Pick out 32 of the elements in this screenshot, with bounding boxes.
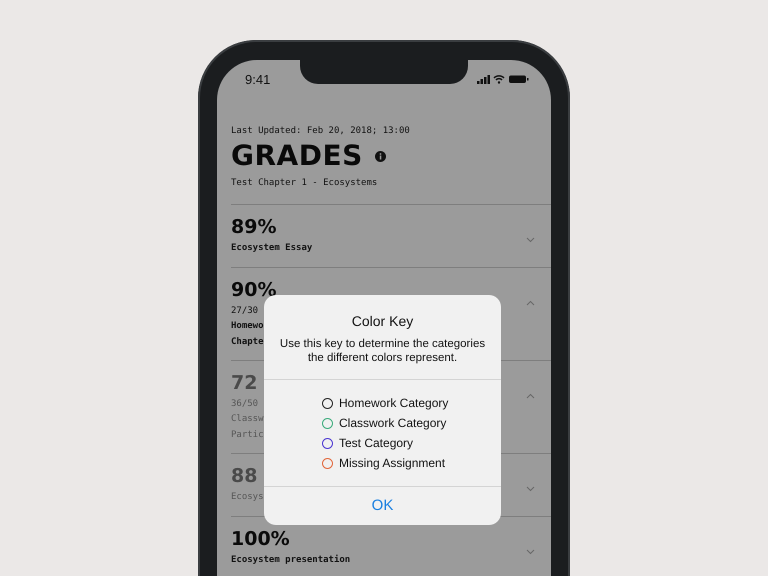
page-title: GRADES bbox=[231, 140, 363, 172]
grade-detail: Ecosystem Essay bbox=[231, 242, 312, 255]
grade-detail: 27/30 bbox=[231, 305, 260, 318]
grade-detail: Chapte bbox=[231, 336, 265, 349]
category-label: Classwork Category bbox=[339, 416, 446, 430]
dialog-message: Use this key to determine the categories the different colors represent. bbox=[278, 337, 486, 366]
chevron-icon[interactable] bbox=[526, 300, 535, 306]
ok-button[interactable]: OK bbox=[264, 487, 501, 525]
grade-score: 100% bbox=[231, 527, 291, 551]
grade-detail: Classw bbox=[231, 413, 264, 426]
chevron-icon[interactable] bbox=[526, 237, 535, 243]
grade-score: 72 bbox=[231, 371, 258, 395]
category-label: Missing Assignment bbox=[339, 456, 446, 470]
category-label: Test Category bbox=[339, 436, 414, 450]
chevron-icon[interactable] bbox=[526, 486, 535, 492]
category-label: Homework Category bbox=[339, 396, 448, 410]
status-time: 9:41 bbox=[245, 72, 270, 86]
grade-detail: Partic bbox=[231, 429, 264, 442]
grade-detail: Homewo bbox=[231, 320, 265, 333]
grade-detail: Ecosys bbox=[231, 491, 264, 504]
dialog-title: Color Key bbox=[350, 313, 414, 329]
grade-score: 88 bbox=[231, 464, 258, 488]
grade-score: 89% bbox=[231, 215, 278, 239]
chapter-subtitle: Test Chapter 1 - Ecosystems bbox=[231, 177, 378, 190]
last-updated: Last Updated: Feb 20, 2018; 13:00 bbox=[231, 125, 411, 138]
status-icons bbox=[477, 74, 529, 84]
grade-detail: Ecosystem presentation bbox=[231, 554, 350, 567]
chevron-icon[interactable] bbox=[526, 549, 535, 555]
grade-score: 90% bbox=[231, 278, 276, 302]
info-icon[interactable] bbox=[374, 150, 386, 162]
chevron-icon[interactable] bbox=[526, 393, 535, 399]
grade-detail: 36/50 bbox=[231, 398, 260, 411]
